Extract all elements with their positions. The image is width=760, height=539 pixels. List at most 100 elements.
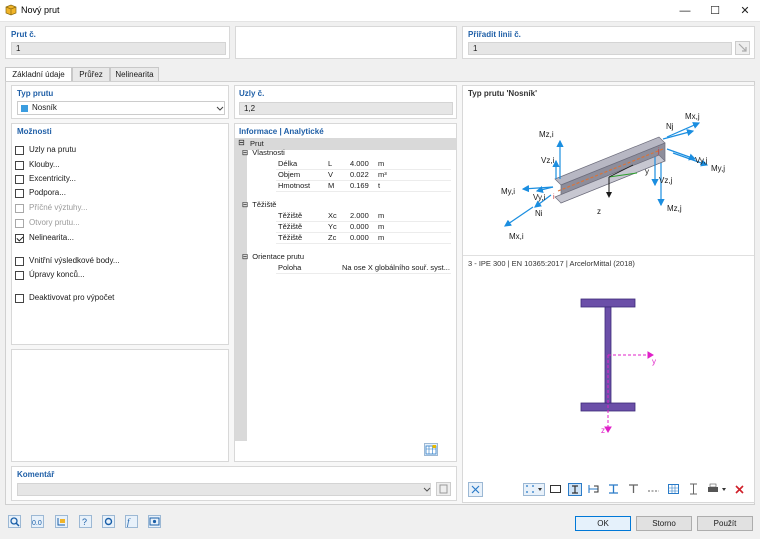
- tree-cell-value: 0.000: [350, 222, 369, 231]
- member-number-label: Prut č.: [11, 30, 36, 39]
- print-button[interactable]: [706, 483, 730, 496]
- node-i-label: i: [553, 194, 555, 201]
- minimize-button[interactable]: —: [670, 0, 700, 22]
- nodes-panel: Uzly č. 1,2: [234, 85, 457, 119]
- settings-button[interactable]: [102, 515, 115, 528]
- apply-button[interactable]: Použít: [697, 516, 753, 531]
- comment-library-button[interactable]: [436, 482, 451, 496]
- view-button[interactable]: [148, 515, 161, 528]
- option-label: Uzly na prutu: [29, 145, 77, 154]
- axis-dash-icon: [648, 490, 659, 492]
- select-mode-button[interactable]: [523, 483, 545, 496]
- member-table-button[interactable]: [55, 515, 68, 528]
- i-profile-button[interactable]: [607, 483, 621, 496]
- units-button[interactable]: 0.0: [31, 515, 44, 528]
- formula-icon: f: [127, 517, 131, 527]
- option-label: Excentricity...: [29, 174, 76, 183]
- ok-button[interactable]: OK: [575, 516, 631, 531]
- i-section-icon: [572, 485, 578, 494]
- axis-dash-button[interactable]: [647, 483, 661, 496]
- member-type-color-swatch: [21, 105, 28, 112]
- force-label-vyi: Vy,i: [533, 193, 546, 202]
- option-label: Klouby...: [29, 160, 60, 169]
- option-checkbox[interactable]: [15, 189, 24, 198]
- tab-section[interactable]: Průřez: [72, 67, 110, 81]
- cross-section-drawing: y z: [580, 298, 656, 435]
- force-label-ni: Ni: [535, 209, 543, 218]
- member-type-select[interactable]: Nosník: [17, 101, 225, 115]
- tree-cell-symbol: L: [328, 159, 333, 168]
- option-checkbox[interactable]: [15, 257, 24, 266]
- option-checkbox[interactable]: [15, 271, 24, 280]
- option-label: Deaktivovat pro výpočet: [29, 293, 115, 302]
- assign-line-panel: Přiřadit linii č. 1: [462, 26, 755, 59]
- node-j-label: j: [657, 148, 660, 155]
- preview-panel: Typ prutu 'Nosník' 3 - IPE 300 | EN 1036…: [462, 85, 755, 503]
- reset-view-button[interactable]: [733, 483, 747, 496]
- assign-line-field[interactable]: 1: [468, 42, 732, 55]
- pick-line-button[interactable]: [735, 41, 750, 55]
- tree-cell-symbol: Xc: [328, 211, 337, 220]
- tree-group-row[interactable]: ⊟ Těžiště: [242, 200, 276, 210]
- dual-arrows-icon: [471, 485, 480, 494]
- tree-cell-name: Těžiště: [278, 222, 303, 231]
- collapse-icon[interactable]: ⊟: [242, 148, 248, 157]
- help-icon: ?: [82, 517, 87, 527]
- vertical-dim-button[interactable]: [687, 483, 701, 496]
- view-options-button[interactable]: [468, 482, 483, 497]
- collapse-icon[interactable]: ⊟: [242, 252, 248, 261]
- grid-button[interactable]: [667, 483, 681, 496]
- comment-panel: Komentář: [11, 466, 457, 501]
- local-y-label: y: [645, 167, 649, 176]
- frame-button[interactable]: [549, 483, 563, 496]
- option-checkbox[interactable]: [15, 146, 24, 155]
- settings-icon: [104, 517, 113, 526]
- force-label-vyj: Vy,j: [695, 156, 708, 165]
- option-label: Nelinearita...: [29, 233, 74, 242]
- tree-cell-symbol: M: [328, 181, 335, 190]
- cancel-button[interactable]: Storno: [636, 516, 692, 531]
- option-checkbox[interactable]: [15, 175, 24, 184]
- option-checkbox[interactable]: [15, 294, 24, 303]
- option-checkbox[interactable]: [15, 234, 24, 243]
- nodes-label: Uzly č.: [239, 89, 265, 98]
- comment-chevron-icon[interactable]: [423, 487, 431, 493]
- t-profile-button[interactable]: [627, 483, 641, 496]
- tree-cell-value: 0.000: [350, 233, 369, 242]
- member-number-field[interactable]: 1: [11, 42, 226, 55]
- tree-row-separator: [276, 191, 451, 192]
- export-table-button[interactable]: [424, 443, 438, 456]
- maximize-button[interactable]: ☐: [700, 0, 730, 22]
- tree-group-row[interactable]: ⊟ Orientace prutu: [242, 252, 304, 262]
- dimension-button[interactable]: [587, 483, 601, 496]
- tree-cell-value: 0.169: [350, 181, 369, 190]
- force-label-vzj: Vz,j: [659, 176, 673, 185]
- section-view-button[interactable]: [568, 483, 582, 496]
- tree-group-row[interactable]: ⊟ Vlastnosti: [242, 148, 285, 158]
- comment-input[interactable]: [17, 483, 431, 496]
- close-button[interactable]: ✕: [730, 0, 760, 22]
- i-profile-icon: [609, 484, 618, 494]
- option-checkbox: [15, 204, 24, 213]
- nodes-field[interactable]: 1,2: [239, 102, 453, 115]
- collapse-icon[interactable]: ⊟: [242, 200, 248, 209]
- frame-icon: [550, 485, 561, 493]
- tab-nonlinearity[interactable]: Nelinearita: [110, 67, 159, 81]
- member-type-label: Typ prutu: [17, 89, 54, 98]
- tree-gutter: [235, 138, 247, 441]
- comment-label: Komentář: [17, 470, 55, 479]
- close-x-icon: [735, 485, 744, 494]
- tree-cell-name: Délka: [278, 159, 298, 168]
- formula-button[interactable]: f: [125, 515, 138, 528]
- collapse-icon[interactable]: ⊟: [238, 138, 245, 147]
- tab-basic[interactable]: Základní údaje: [5, 67, 72, 82]
- tree-cell-value: 2.000: [350, 211, 369, 220]
- search-button[interactable]: [8, 515, 21, 528]
- bottom-bar: 0.0 ? f OK Storno Použít: [0, 505, 760, 539]
- option-checkbox[interactable]: [15, 161, 24, 170]
- help-button[interactable]: ?: [79, 515, 92, 528]
- tree-cell-name: Objem: [278, 170, 301, 179]
- option-label: Úpravy konců...: [29, 270, 85, 279]
- section-z-label: z: [601, 426, 605, 435]
- tree-cell-unit: t: [378, 181, 381, 190]
